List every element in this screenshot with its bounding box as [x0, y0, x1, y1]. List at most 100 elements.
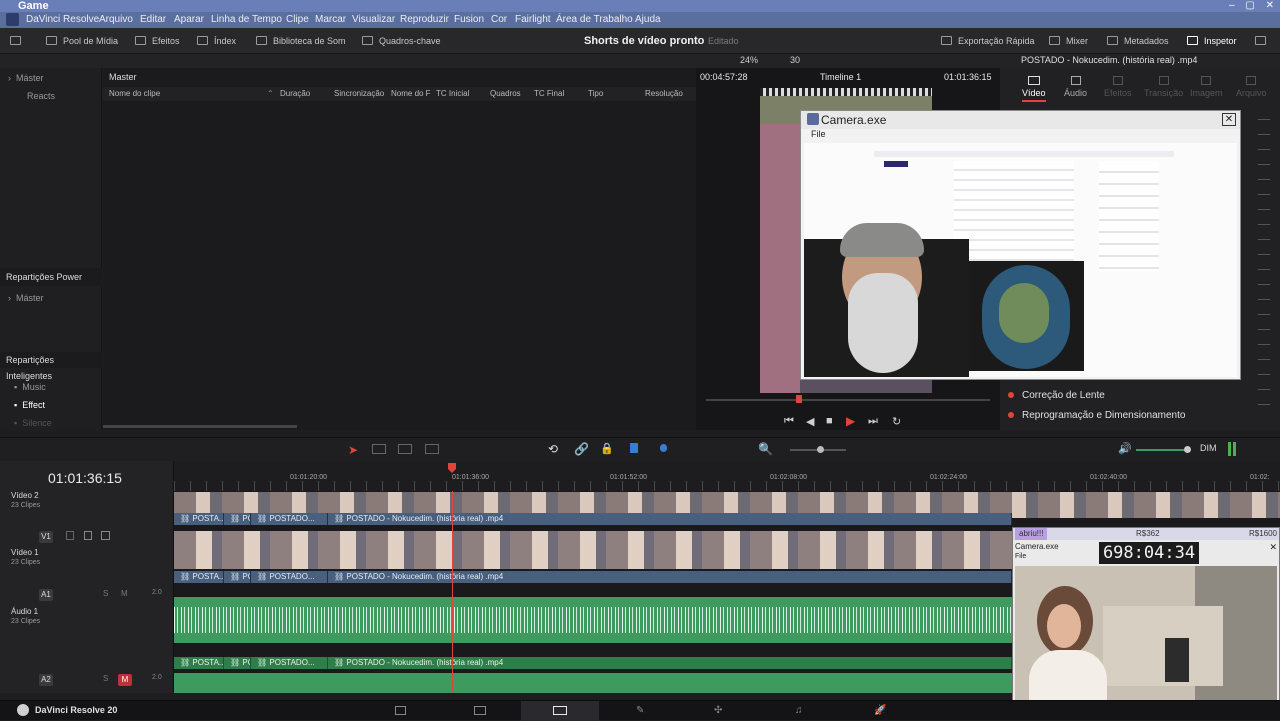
- media-pool-button[interactable]: Pool de Mídia: [46, 28, 118, 54]
- dim-button[interactable]: DIM: [1200, 443, 1217, 453]
- stop-icon[interactable]: ■: [826, 415, 833, 427]
- v2-clip[interactable]: ⛓ PO...: [224, 513, 251, 525]
- power-bin-master[interactable]: › Máster: [8, 293, 44, 303]
- v1-clip[interactable]: ⛓ POSTADO - Nokucedim. (história real) .…: [328, 571, 1012, 583]
- menu-reproduzir[interactable]: Reproduzir: [400, 12, 449, 28]
- effects-button[interactable]: Efeitos: [135, 28, 180, 54]
- menu-arquivo[interactable]: Arquivo: [99, 12, 133, 28]
- popup-file-menu[interactable]: File: [811, 129, 826, 139]
- bin-reacts[interactable]: Reacts: [27, 91, 55, 101]
- a1-clip[interactable]: ⛓ POSTADO - Nokucedim. (história real) .…: [328, 657, 1012, 669]
- edit-page-icon[interactable]: [553, 706, 567, 715]
- expand-icon[interactable]: [1255, 28, 1272, 54]
- flag-icon[interactable]: [630, 443, 638, 453]
- col-tipo[interactable]: Tipo: [588, 87, 603, 101]
- blade-tool-icon[interactable]: [425, 444, 439, 454]
- select-tool-icon[interactable]: ➤: [348, 443, 358, 457]
- track-a1-solo-button[interactable]: S: [103, 589, 108, 598]
- minimize-button[interactable]: –: [1229, 0, 1235, 11]
- a2-waveform[interactable]: [174, 673, 1012, 693]
- v1-thumbnails[interactable]: [174, 531, 1012, 569]
- tab-effects[interactable]: Efeitos: [1104, 76, 1132, 98]
- bin-master[interactable]: › Máster: [8, 73, 44, 83]
- timeline-name[interactable]: Timeline 1: [820, 72, 861, 82]
- track-a1-mute-button[interactable]: M: [121, 589, 128, 598]
- volume-handle[interactable]: [1184, 446, 1191, 453]
- volume-slider[interactable]: [1136, 449, 1188, 451]
- track-v1-lock-icon[interactable]: [66, 531, 74, 540]
- col-tc-final[interactable]: TC Final: [534, 87, 564, 101]
- a1-waveform[interactable]: [174, 597, 1012, 643]
- keyframes-button[interactable]: Quadros-chave: [362, 28, 441, 54]
- menu-cor[interactable]: Cor: [491, 12, 507, 28]
- smart-bin-effect[interactable]: ▪ Effect: [14, 400, 45, 410]
- track-a2-id[interactable]: A2: [39, 674, 53, 686]
- track-a2-mute-button[interactable]: M: [118, 674, 132, 686]
- go-to-start-icon[interactable]: ⏮: [784, 415, 794, 428]
- track-a1-id[interactable]: A1: [39, 589, 53, 601]
- v1-clip[interactable]: ⛓ PO...: [224, 571, 251, 583]
- track-a2-solo-button[interactable]: S: [103, 674, 108, 683]
- dynamic-trim-icon[interactable]: [398, 444, 412, 454]
- menu-linha-de-tempo[interactable]: Linha de Tempo: [211, 12, 282, 28]
- viewer-fps[interactable]: 30: [790, 55, 800, 65]
- menu-visualizar[interactable]: Visualizar: [352, 12, 395, 28]
- v1-clip[interactable]: ⛓ POSTA...: [174, 571, 224, 583]
- volume-icon[interactable]: 🔊: [1118, 442, 1132, 455]
- v2-clip[interactable]: ⛓ POSTADO...: [251, 513, 328, 525]
- section-retime-scaling[interactable]: Reprogramação e Dimensionamento: [1008, 406, 1185, 426]
- section-lens-correction[interactable]: Correção de Lente: [1008, 386, 1105, 406]
- fusion-page-icon[interactable]: ✎: [636, 705, 644, 716]
- tab-image[interactable]: Imagem: [1190, 76, 1223, 98]
- media-page-icon[interactable]: [395, 706, 406, 715]
- a1-clip[interactable]: ⛓ POSTA...: [174, 657, 224, 669]
- smart-bin-music[interactable]: ▪ Music: [14, 382, 46, 392]
- track-v1-autoselect-icon[interactable]: [84, 531, 92, 540]
- tab-audio[interactable]: Áudio: [1064, 76, 1087, 98]
- tab-video[interactable]: Vídeo: [1022, 76, 1046, 102]
- menu-fusion[interactable]: Fusion: [454, 12, 484, 28]
- col-nome[interactable]: Nome do clipe: [109, 87, 160, 101]
- tab-file[interactable]: Arquivo: [1236, 76, 1267, 98]
- snapping-icon[interactable]: ⟲: [548, 442, 558, 456]
- link-icon[interactable]: 🔗: [574, 442, 589, 456]
- deliver-page-icon[interactable]: 🚀: [874, 705, 886, 716]
- layout-toggle-icon[interactable]: [10, 28, 27, 54]
- viewer-playhead[interactable]: [796, 395, 802, 403]
- col-duracao[interactable]: Duração: [280, 87, 310, 101]
- menu-clipe[interactable]: Clipe: [286, 12, 309, 28]
- a1-clip[interactable]: ⛓ PO...: [224, 657, 251, 669]
- maximize-button[interactable]: ▢: [1245, 0, 1254, 11]
- lock-icon[interactable]: 🔒: [600, 442, 614, 455]
- cut-page-icon[interactable]: [474, 706, 486, 715]
- fairlight-page-icon[interactable]: ♫: [795, 705, 803, 716]
- enable-dot-icon[interactable]: [1008, 412, 1014, 418]
- color-page-icon[interactable]: ✣: [714, 705, 722, 716]
- menu-davinci[interactable]: DaVinci Resolve: [26, 12, 99, 28]
- quick-export-button[interactable]: Exportação Rápida: [941, 28, 1035, 54]
- menu-area-de-trabalho[interactable]: Área de Trabalho: [556, 12, 633, 28]
- menu-editar[interactable]: Editar: [140, 12, 166, 28]
- menu-aparar[interactable]: Aparar: [174, 12, 204, 28]
- mixer-button[interactable]: Mixer: [1049, 28, 1088, 54]
- smart-bin-silence[interactable]: ▪ Silence: [14, 418, 52, 426]
- menu-fairlight[interactable]: Fairlight: [515, 12, 551, 28]
- inspector-button[interactable]: Inspetor: [1187, 28, 1237, 54]
- menu-ajuda[interactable]: Ajuda: [635, 12, 661, 28]
- v2-clip[interactable]: ⛓ POSTA...: [174, 513, 224, 525]
- index-button[interactable]: Índex: [197, 28, 236, 54]
- close-window-button[interactable]: ✕: [1266, 0, 1274, 11]
- viewer-scrubber[interactable]: [706, 399, 990, 401]
- track-v1-visibility-icon[interactable]: [101, 531, 110, 540]
- enable-dot-icon[interactable]: [1008, 392, 1014, 398]
- clip-list-scrollbar[interactable]: [103, 425, 297, 428]
- v2-clip[interactable]: ⛓ POSTADO - Nokucedim. (história real) .…: [328, 513, 1012, 525]
- col-nome-f[interactable]: Nome do F: [391, 87, 431, 101]
- a1-clip[interactable]: ⛓ POSTADO...: [251, 657, 328, 669]
- trim-tool-icon[interactable]: [372, 444, 386, 454]
- col-sincronizacao[interactable]: Sincronização: [334, 87, 384, 101]
- tab-transition[interactable]: Transição: [1144, 76, 1183, 98]
- play-reverse-icon[interactable]: ◀: [806, 415, 814, 428]
- loop-icon[interactable]: ↻: [892, 415, 901, 428]
- viewer-zoom[interactable]: 24%: [740, 55, 758, 65]
